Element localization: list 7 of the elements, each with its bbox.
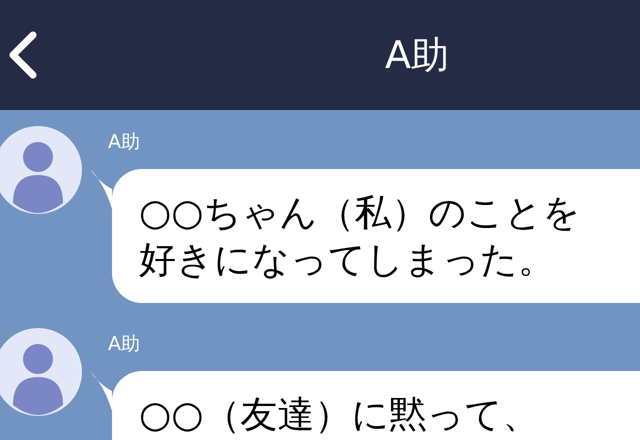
sender-name: A助 [108,332,141,357]
message-line: ○○（友達）に黙って、 [139,392,541,438]
back-icon [7,31,37,79]
chat-title: A助 [385,32,449,78]
message-line: ○○ちゃん（私）のことを [139,190,582,236]
message-line: 好きになってしまった。 [139,237,556,283]
sender-name: A助 [108,130,141,155]
